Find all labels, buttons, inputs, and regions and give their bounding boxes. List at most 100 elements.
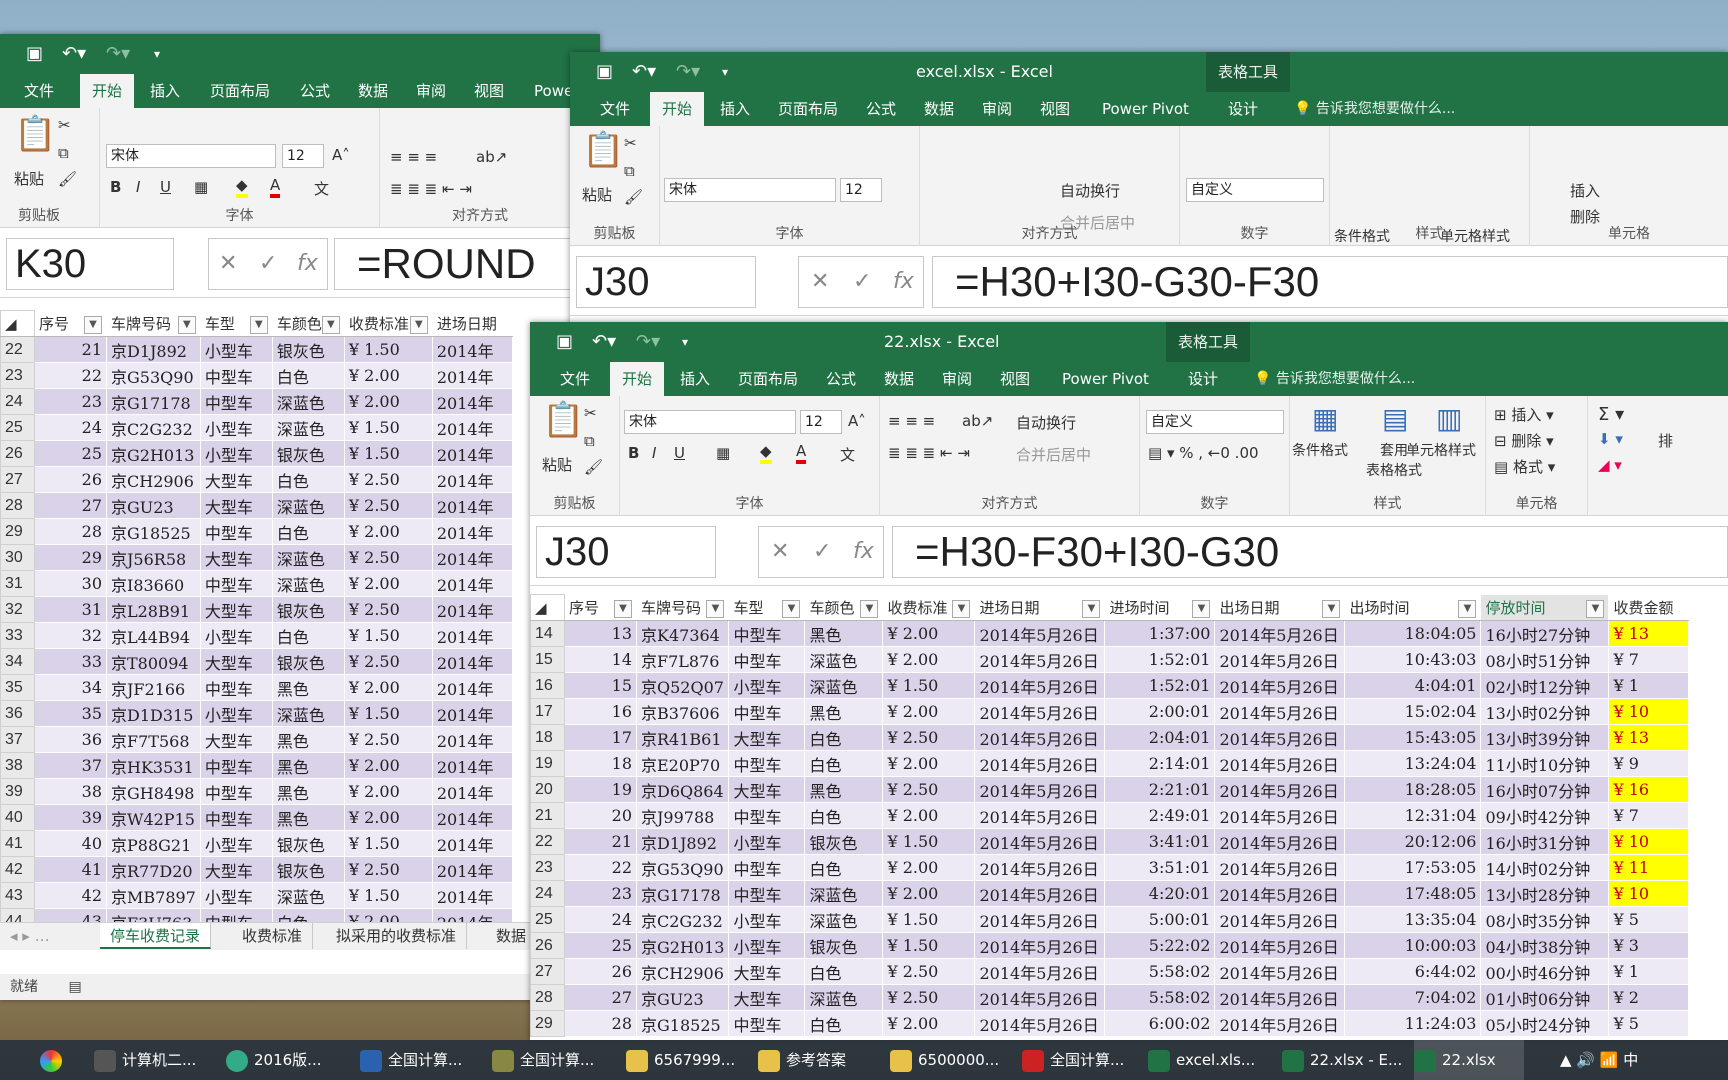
cell[interactable]: 2014年5月26日 (974, 984, 1106, 1011)
cell[interactable]: 京HK3531 (106, 752, 201, 779)
enter-icon[interactable]: ✓ (853, 257, 871, 307)
cell[interactable]: ¥ 1.50 (882, 932, 976, 959)
cell[interactable]: 16小时07分钟 (1480, 776, 1610, 803)
cell[interactable]: ¥ 13 (1608, 620, 1690, 647)
cell[interactable]: 27 (34, 492, 107, 519)
cell[interactable]: 京G53Q90 (635, 854, 730, 881)
cell[interactable]: 2014年5月26日 (974, 750, 1106, 777)
cell[interactable]: 41 (34, 856, 107, 883)
cell[interactable]: ¥ 2.50 (882, 724, 976, 751)
cell[interactable]: ¥ 2.50 (343, 544, 433, 571)
cell[interactable]: ¥ 2.00 (343, 362, 433, 389)
cell[interactable]: 01小时06分钟 (1480, 984, 1610, 1011)
column-header[interactable]: 序号 ▼ (564, 594, 637, 621)
cell[interactable]: 5:58:02 (1104, 958, 1216, 985)
cell[interactable]: ¥ 2.50 (343, 596, 433, 623)
cell[interactable]: 2014年 (431, 414, 513, 441)
cell[interactable]: 大型车 (199, 596, 273, 623)
cell[interactable]: 京G17178 (106, 388, 201, 415)
cell[interactable]: 1:52:01 (1104, 646, 1216, 673)
cell[interactable]: 43 (34, 908, 107, 922)
cell[interactable]: 京GU23 (106, 492, 201, 519)
cell[interactable]: 2014年 (431, 544, 513, 571)
row-header[interactable]: 14 (530, 620, 565, 647)
font-size-select[interactable]: 12 (840, 178, 882, 202)
cell[interactable]: 2014年 (431, 622, 513, 649)
cell[interactable]: 21 (564, 828, 637, 855)
fx-icon[interactable]: fx (297, 239, 318, 289)
tell-me-search[interactable]: 💡 告诉我您想要做什么... (1294, 92, 1455, 126)
save-icon[interactable]: ▣ (596, 52, 613, 92)
customize-qat-icon[interactable]: ▾ (722, 52, 728, 92)
cell[interactable]: 15:43:05 (1344, 724, 1482, 751)
cell[interactable]: 小型车 (728, 672, 806, 699)
cell[interactable]: 13 (564, 620, 637, 647)
cell[interactable]: 17:53:05 (1344, 854, 1482, 881)
taskbar-item[interactable]: 2016版... (226, 1040, 336, 1080)
paste-button[interactable]: 粘贴 (14, 168, 44, 189)
cell[interactable]: 5:22:02 (1104, 932, 1216, 959)
row-header[interactable]: 17 (530, 698, 565, 725)
cell[interactable]: ¥ 1.50 (882, 906, 976, 933)
cell[interactable]: 黑色 (804, 698, 884, 725)
name-box[interactable]: J30 (536, 526, 716, 578)
cell[interactable]: 小型车 (199, 700, 273, 727)
cell[interactable]: ¥ 2.00 (343, 752, 433, 779)
cell[interactable]: 京GH8498 (106, 778, 201, 805)
cell[interactable]: 2014年 (431, 752, 513, 779)
cell[interactable]: 京R77D20 (106, 856, 201, 883)
cell[interactable]: 深蓝色 (271, 882, 345, 909)
row-header[interactable]: 40 (0, 804, 35, 831)
tab-power-pivot[interactable]: Power Pivot (1050, 362, 1161, 396)
column-header[interactable]: 车牌号码 ▼ (106, 310, 201, 337)
cell[interactable]: 3:51:01 (1104, 854, 1216, 881)
cell[interactable]: 京G18525 (635, 1010, 730, 1037)
cell[interactable]: ¥ 2.50 (343, 648, 433, 675)
font-size-select[interactable]: 12 (800, 410, 842, 434)
cell[interactable]: 4:04:01 (1344, 672, 1482, 699)
cell[interactable]: 2014年5月26日 (1214, 724, 1346, 751)
tab-page-layout[interactable]: 页面布局 (198, 74, 282, 108)
paste-icon[interactable]: 📋 (542, 400, 584, 440)
row-header[interactable]: 32 (0, 596, 35, 623)
row-header[interactable]: 28 (530, 984, 565, 1011)
cell[interactable]: 2014年5月26日 (974, 1010, 1106, 1037)
sheet-nav-icon[interactable]: ◂ ▸ … (0, 923, 100, 949)
row-header[interactable]: 22 (530, 828, 565, 855)
column-header[interactable]: 车型 ▼ (199, 310, 273, 337)
cell[interactable]: 2014年5月26日 (1214, 854, 1346, 881)
tab-data[interactable]: 数据 (872, 362, 926, 396)
column-header[interactable]: 出场日期 ▼ (1214, 594, 1346, 621)
cell[interactable]: ¥ 2.00 (882, 750, 976, 777)
row-header[interactable]: 42 (0, 856, 35, 883)
cell[interactable]: 黑色 (271, 804, 345, 831)
sort-filter-button[interactable]: 排 (1658, 430, 1673, 451)
cell[interactable]: 05小时24分钟 (1480, 1010, 1610, 1037)
row-header[interactable]: 16 (530, 672, 565, 699)
tab-insert[interactable]: 插入 (138, 74, 192, 108)
cell[interactable]: 2014年 (431, 440, 513, 467)
cell[interactable]: 2:49:01 (1104, 802, 1216, 829)
tab-file[interactable]: 文件 (588, 92, 642, 126)
worksheet-grid[interactable]: ◢ 序号 ▼ 车牌号码 ▼ 车型 ▼ 车颜色 ▼ 收费标准 ▼ 进场日期 ▼ 进场时间 ▼ 出… (530, 594, 1728, 1040)
align-left-icon[interactable]: ≣ ≣ ≣ ⇤ ⇥ (390, 180, 472, 198)
cell[interactable]: 京JF2166 (106, 674, 201, 701)
cell[interactable]: 深蓝色 (804, 672, 884, 699)
sheet-tab-proposed-fee[interactable]: 拟采用的收费标准 (326, 923, 468, 949)
cell[interactable]: 大型车 (199, 726, 273, 753)
cell[interactable]: 大型车 (728, 776, 806, 803)
cell[interactable]: 2014年5月26日 (974, 828, 1106, 855)
cell[interactable]: 2014年5月26日 (974, 932, 1106, 959)
cell[interactable]: 2014年 (431, 570, 513, 597)
cell[interactable]: 大型车 (199, 492, 273, 519)
cell[interactable]: 京J56R58 (106, 544, 201, 571)
column-header-selected[interactable]: 停放时间 ▼ (1480, 594, 1610, 621)
taskbar-item[interactable]: 6567999... (626, 1040, 736, 1080)
cell[interactable]: 京W42P15 (106, 804, 201, 831)
cell[interactable]: ¥ 1.50 (343, 830, 433, 857)
cell[interactable]: 白色 (804, 854, 884, 881)
fill-color-icon[interactable]: ◆ (236, 176, 248, 198)
cell[interactable]: 2014年 (431, 362, 513, 389)
cell[interactable]: ¥ 2.00 (343, 674, 433, 701)
grow-font-icon[interactable]: A˄ (848, 412, 866, 430)
